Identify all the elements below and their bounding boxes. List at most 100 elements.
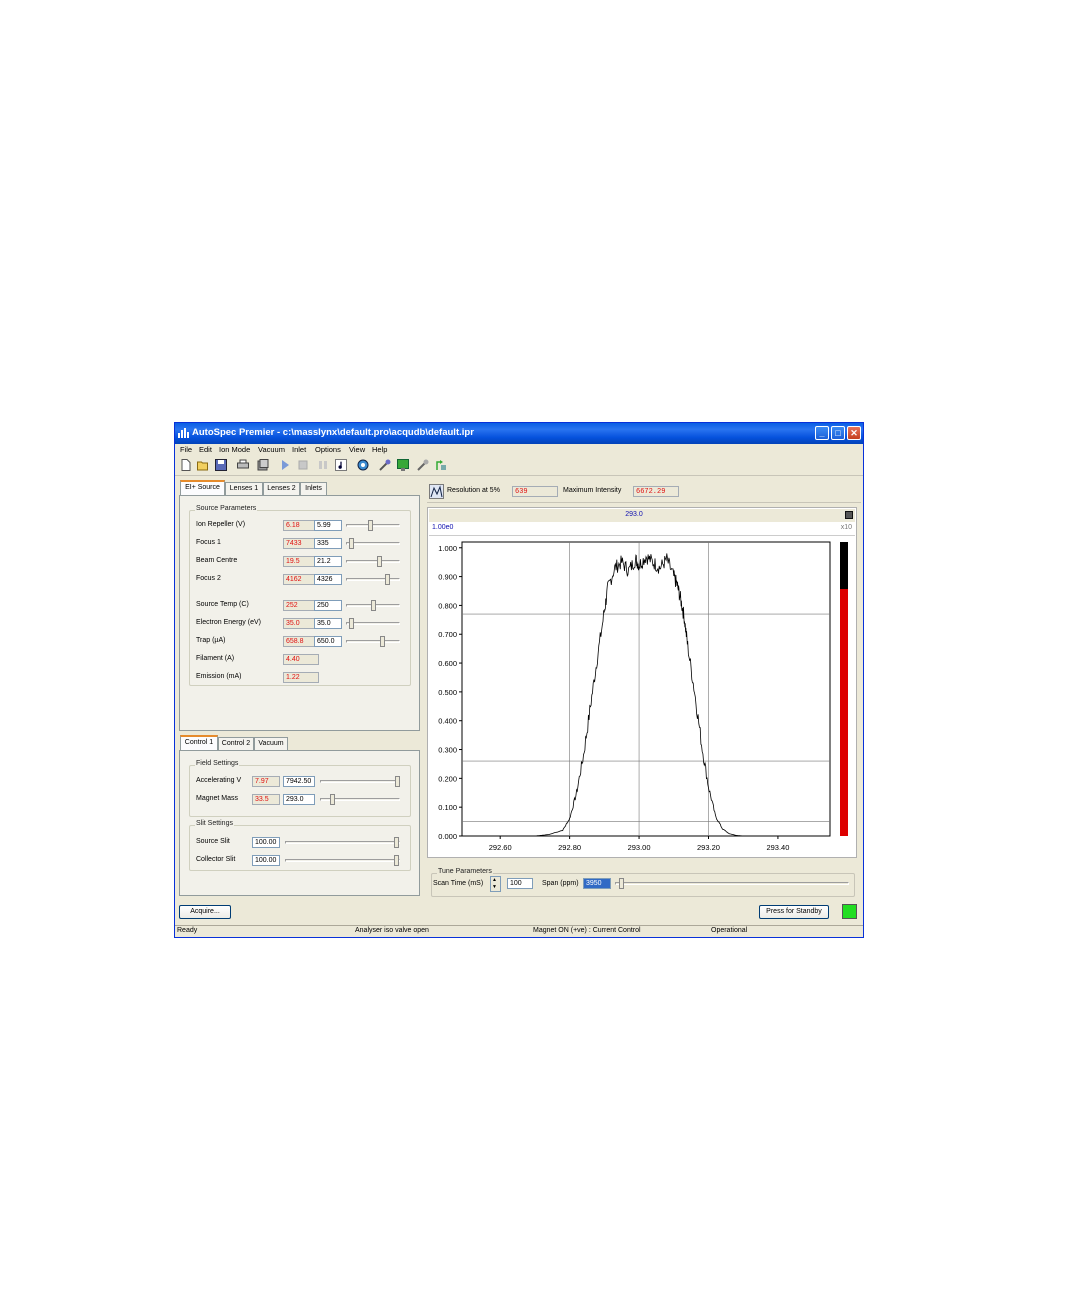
slit-setting-label: Collector Slit <box>196 856 236 863</box>
y-tick-label: 0.300 <box>438 746 457 755</box>
span-slider[interactable] <box>613 878 851 889</box>
mass-header-bar: 293.0 <box>429 509 855 522</box>
display-icon[interactable] <box>397 459 409 471</box>
tab-vacuum[interactable]: Vacuum <box>254 737 288 750</box>
menu-file[interactable]: File <box>180 445 192 454</box>
scan-time-spinner[interactable]: ▲ ▼ <box>490 876 501 892</box>
y-tick-label: 0.100 <box>438 803 457 812</box>
source-param-setpoint[interactable]: 4326 <box>314 574 342 585</box>
tab-ei-source[interactable]: EI+ Source <box>180 480 225 495</box>
source-param-setpoint[interactable]: 335 <box>314 538 342 549</box>
field-setting-slider[interactable] <box>318 776 402 787</box>
scale-bar: 1.00e0 x10 <box>429 523 855 536</box>
reference-icon[interactable] <box>379 459 391 471</box>
play-icon[interactable] <box>279 459 291 471</box>
source-param-slider[interactable] <box>344 556 402 567</box>
new-icon[interactable] <box>180 459 192 471</box>
menu-inlet[interactable]: Inlet <box>292 445 306 454</box>
pause-icon[interactable] <box>317 459 329 471</box>
scan-time-label: Scan Time (mS) <box>433 880 484 887</box>
plot-area <box>461 541 831 837</box>
slit-setting-slider[interactable] <box>283 855 402 866</box>
control-panel: Field Settings Slit Settings <box>179 750 420 896</box>
source-param-slider[interactable] <box>344 618 402 629</box>
x-tick-label: 293.40 <box>766 843 789 852</box>
scan-time-input[interactable]: 100 <box>507 878 533 889</box>
status-operational: Operational <box>711 927 748 934</box>
acquire-button[interactable]: Acquire... <box>179 905 231 919</box>
spin-down-icon[interactable]: ▼ <box>492 885 497 890</box>
maximum-intensity-label: Maximum Intensity <box>563 487 622 494</box>
x-tick-label: 293.00 <box>628 843 651 852</box>
maximize-button[interactable]: □ <box>831 426 845 440</box>
source-param-setpoint[interactable]: 650.0 <box>314 636 342 647</box>
group-label: Field Settings <box>195 760 240 767</box>
field-settings-group: Field Settings <box>189 760 411 817</box>
menu-edit[interactable]: Edit <box>199 445 212 454</box>
y-tick-label: 0.600 <box>438 659 457 668</box>
source-param-label: Trap (µA) <box>196 637 226 644</box>
intensity-bar-level <box>840 589 848 836</box>
source-param-slider[interactable] <box>344 574 402 585</box>
save-icon[interactable] <box>215 459 227 471</box>
tab-lenses-2[interactable]: Lenses 2 <box>263 482 300 495</box>
source-param-slider[interactable] <box>344 520 402 531</box>
source-param-label: Source Temp (C) <box>196 601 249 608</box>
slit-setting-setpoint[interactable]: 100.00 <box>252 837 280 848</box>
status-bar: Ready Analyser iso valve open Magnet ON … <box>175 925 863 937</box>
export-icon[interactable] <box>435 459 447 471</box>
field-setting-readback: 33.5 <box>252 794 280 805</box>
span-input[interactable]: 3950 <box>583 878 611 889</box>
app-icon <box>178 428 189 438</box>
tab-control-2[interactable]: Control 2 <box>218 737 254 750</box>
menu-options[interactable]: Options <box>315 445 341 454</box>
tab-lenses-1[interactable]: Lenses 1 <box>225 482 263 495</box>
field-setting-setpoint[interactable]: 293.0 <box>283 794 315 805</box>
mass-header: 293.0 <box>625 511 643 518</box>
x-tick-label: 292.60 <box>489 843 512 852</box>
copy-icon[interactable] <box>257 459 269 471</box>
field-setting-slider[interactable] <box>318 794 402 805</box>
open-icon[interactable] <box>197 459 209 471</box>
source-param-label: Emission (mA) <box>196 673 242 680</box>
minimize-button[interactable]: _ <box>815 426 829 440</box>
source-param-setpoint[interactable]: 250 <box>314 600 342 611</box>
field-setting-readback: 7.97 <box>252 776 280 787</box>
field-setting-label: Accelerating V <box>196 777 242 784</box>
stop-icon[interactable] <box>297 459 309 471</box>
peak-chart[interactable]: 292.60 292.80 293.00 293.20 293.40 0.000 0.100… <box>428 536 856 858</box>
tune-icon[interactable] <box>335 459 347 471</box>
title-bar[interactable]: AutoSpec Premier - c:\masslynx\default.p… <box>175 423 863 444</box>
close-button[interactable]: ✕ <box>847 426 861 440</box>
x-tick-label: 293.20 <box>697 843 720 852</box>
refresh-icon[interactable] <box>357 459 369 471</box>
source-param-setpoint[interactable]: 35.0 <box>314 618 342 629</box>
print-icon[interactable] <box>237 459 249 471</box>
source-param-slider[interactable] <box>344 538 402 549</box>
menu-ion-mode[interactable]: Ion Mode <box>219 445 250 454</box>
slit-setting-setpoint[interactable]: 100.00 <box>252 855 280 866</box>
peak-display-icon[interactable] <box>429 484 444 499</box>
slit-setting-slider[interactable] <box>283 837 402 848</box>
menu-help[interactable]: Help <box>372 445 387 454</box>
standby-button[interactable]: Press for Standby <box>759 905 829 919</box>
tab-control-1[interactable]: Control 1 <box>180 735 218 750</box>
source-param-label: Filament (A) <box>196 655 235 662</box>
tab-inlets[interactable]: Inlets <box>300 482 327 495</box>
source-param-setpoint[interactable]: 5.99 <box>314 520 342 531</box>
y-tick-label: 0.700 <box>438 630 457 639</box>
source-param-readback: 4.40 <box>283 654 319 665</box>
field-setting-setpoint[interactable]: 7942.50 <box>283 776 315 787</box>
calibrate-icon[interactable] <box>417 459 429 471</box>
source-param-setpoint[interactable]: 21.2 <box>314 556 342 567</box>
source-param-label: Beam Centre <box>196 557 238 564</box>
source-param-slider[interactable] <box>344 636 402 647</box>
resolution-label: Resolution at 5% <box>447 487 500 494</box>
menu-vacuum[interactable]: Vacuum <box>258 445 285 454</box>
menu-view[interactable]: View <box>349 445 365 454</box>
close-display-icon[interactable] <box>845 511 853 519</box>
y-tick-label: 1.000 <box>438 544 457 553</box>
spin-up-icon[interactable]: ▲ <box>492 878 497 883</box>
toolbar <box>175 456 863 476</box>
source-param-slider[interactable] <box>344 600 402 611</box>
